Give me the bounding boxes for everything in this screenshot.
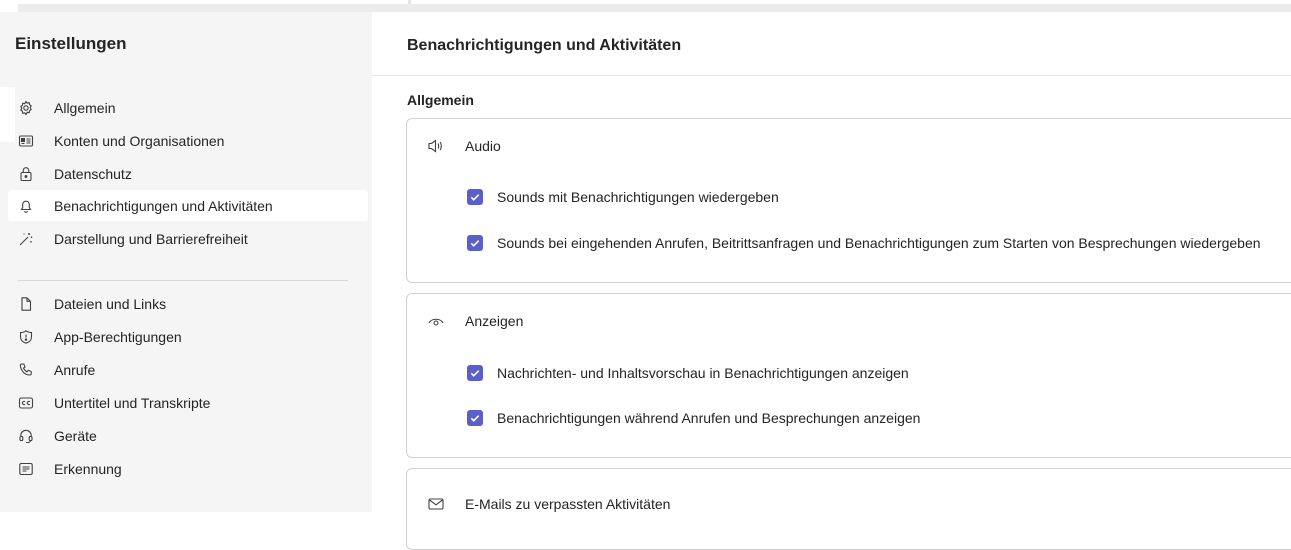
sidebar-item-label: Dateien und Links — [54, 296, 167, 312]
checkmark-icon — [470, 240, 480, 247]
sidebar-item-geraete[interactable]: Geräte — [8, 420, 368, 451]
sidebar-item-benachrichtigungen[interactable]: Benachrichtigungen und Aktivitäten — [8, 190, 368, 221]
settings-sidebar: Einstellungen Allgemein Konten und Organ… — [0, 12, 372, 512]
option-label: Benachrichtigungen während Anrufen und B… — [497, 410, 921, 426]
sidebar-item-konten[interactable]: Konten und Organisationen — [8, 125, 368, 156]
settings-content: Benachrichtigungen und Aktivitäten Allge… — [372, 12, 1291, 550]
title-bar-divider — [408, 0, 411, 4]
sidebar-item-label: Konten und Organisationen — [54, 133, 225, 149]
checkbox[interactable] — [467, 410, 483, 426]
shield-icon — [19, 330, 33, 344]
option-label: Nachrichten- und Inhaltsvorschau in Bena… — [497, 365, 909, 381]
sidebar-header: Einstellungen — [0, 12, 372, 75]
missed-activity-email-card: E-Mails zu verpassten Aktivitäten — [406, 468, 1291, 550]
headset-icon — [19, 429, 33, 444]
card-title: Anzeigen — [465, 313, 524, 329]
sidebar-item-label: Erkennung — [54, 461, 122, 477]
sidebar-item-label: Datenschutz — [54, 166, 132, 182]
display-card: Anzeigen Nachrichten- und Inhaltsvorscha… — [406, 293, 1291, 458]
phone-icon — [19, 363, 32, 376]
closed-captions-icon — [18, 397, 34, 409]
eye-icon — [428, 318, 444, 326]
document-icon — [21, 297, 32, 311]
checkmark-icon — [470, 415, 480, 422]
text-box-icon — [19, 462, 33, 476]
mail-icon — [428, 498, 444, 510]
sidebar-item-anrufe[interactable]: Anrufe — [8, 354, 368, 385]
sidebar-divider — [18, 280, 348, 281]
lock-icon — [20, 167, 32, 182]
sidebar-item-label: Geräte — [54, 428, 97, 444]
sidebar-item-darstellung[interactable]: Darstellung und Barrierefreiheit — [8, 223, 368, 254]
sidebar-item-label: Benachrichtigungen und Aktivitäten — [54, 198, 273, 214]
option-label: Sounds mit Benachrichtigungen wiedergebe… — [497, 189, 779, 205]
speaker-icon — [428, 139, 442, 153]
sidebar-item-label: Untertitel und Transkripte — [54, 395, 211, 411]
checkmark-icon — [470, 194, 480, 201]
title-bar — [0, 0, 1291, 12]
checkmark-icon — [470, 370, 480, 377]
sidebar-item-app-berechtigungen[interactable]: App-Berechtigungen — [8, 321, 368, 352]
magic-wand-icon — [19, 233, 33, 246]
checkbox[interactable] — [467, 235, 483, 251]
option-label: Sounds bei eingehenden Anrufen, Beitritt… — [497, 235, 1261, 251]
bell-icon — [20, 200, 32, 213]
sidebar-item-label: Anrufe — [54, 362, 96, 378]
content-header: Benachrichtigungen und Aktivitäten — [372, 12, 1291, 76]
section-heading: Allgemein — [407, 92, 474, 108]
sidebar-item-label: App-Berechtigungen — [54, 329, 182, 345]
audio-card: Audio Sounds mit Benachrichtigungen wied… — [406, 118, 1291, 283]
sidebar-title: Einstellungen — [15, 34, 127, 53]
sidebar-item-untertitel[interactable]: Untertitel und Transkripte — [8, 387, 368, 418]
checkbox[interactable] — [467, 365, 483, 381]
sidebar-item-label: Darstellung und Barrierefreiheit — [54, 231, 248, 247]
id-card-icon — [18, 135, 34, 147]
sidebar-item-label: Allgemein — [54, 100, 116, 116]
page-title: Benachrichtigungen und Aktivitäten — [407, 37, 682, 54]
sidebar-item-erkennung[interactable]: Erkennung — [8, 453, 368, 484]
sidebar-item-dateien[interactable]: Dateien und Links — [8, 288, 368, 319]
sidebar-item-datenschutz[interactable]: Datenschutz — [8, 158, 368, 189]
gear-icon — [20, 100, 32, 116]
checkbox[interactable] — [467, 189, 483, 205]
card-title: Audio — [465, 138, 501, 154]
card-title: E-Mails zu verpassten Aktivitäten — [465, 496, 671, 512]
sidebar-item-allgemein[interactable]: Allgemein — [8, 92, 368, 123]
title-bar-strip — [18, 4, 1291, 12]
